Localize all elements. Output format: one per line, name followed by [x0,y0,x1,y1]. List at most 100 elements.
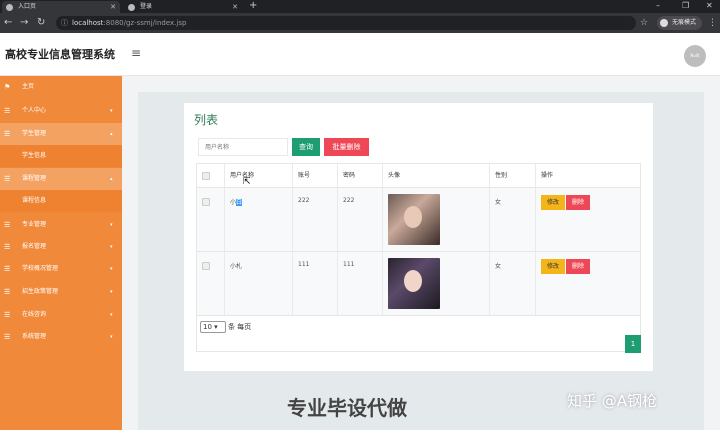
sidebar-item-label: 课程管理 [22,175,47,182]
list-icon: ☰ [4,243,11,251]
close-icon[interactable]: ✕ [232,1,238,13]
reload-icon[interactable]: ↻ [37,16,45,30]
chevron-up-icon: ▴ [110,131,113,137]
select-all-checkbox[interactable] [202,172,210,180]
page-size-value: 10 [203,323,212,331]
chevron-down-icon: ▾ [110,222,113,228]
chevron-down-icon: ▾ [110,289,113,295]
chevron-up-icon: ▴ [110,176,113,182]
watermark-text: 知乎 @A钢枪 [567,392,658,410]
sidebar-item-student-management[interactable]: ☰ 学生管理 ▴ [0,123,122,145]
sidebar-item-label: 课程信息 [22,197,47,204]
address-bar-row: ← → ↻ ⓘ localhost:8080/gz-ssmj/index.jsp… [0,13,720,33]
checkbox-cell [197,188,225,251]
list-icon: ☰ [4,288,11,296]
chevron-down-icon: ▾ [110,266,113,272]
header-checkbox-cell [197,164,225,187]
table-row: 小白 222 222 女 修改 删除 [197,188,640,252]
row-checkbox[interactable] [202,262,210,270]
sidebar-subitem-student-info[interactable]: 学生信息 [0,145,122,167]
list-icon: ☰ [4,333,11,341]
tab-label: 入口页 [18,3,37,10]
browser-tab-login[interactable]: 登录 ✕ [124,1,242,13]
username-cell: 小札 [225,252,293,315]
new-tab-button[interactable]: + [249,0,257,12]
avatar[interactable]: Nullt [684,45,706,67]
gender-cell: 女 [490,188,536,251]
sidebar-item-home[interactable]: ⚑ 主页 [0,76,122,98]
url-host: localhost [72,19,104,27]
url-path: :8080/gz-ssmj/index.jsp [103,19,187,27]
search-input[interactable] [198,138,288,156]
page-size-label: 条 每页 [228,323,252,331]
sidebar-item-label: 专业管理 [22,221,47,228]
avatar-photo [388,258,440,309]
sidebar-item-system-management[interactable]: ☰ 系统管理 ▾ [0,326,122,348]
sidebar-item-label: 在线咨询 [22,311,47,318]
sidebar: ⚑ 主页 ☰ 个人中心 ▾ ☰ 学生管理 ▴ 学生信息 ☰ 课程管理 ▴ 课程信… [0,76,122,430]
sidebar-item-label: 学生管理 [22,130,47,137]
column-header: 密码 [338,164,383,187]
batch-delete-button[interactable]: 批量删除 [324,138,369,156]
forward-icon[interactable]: → [20,16,28,30]
hamburger-menu-icon[interactable]: ≡ [131,46,141,60]
table-header-row: 用户名称 账号 密码 头像 性别 操作 [197,164,640,188]
url-field[interactable]: ⓘ localhost:8080/gz-ssmj/index.jsp [56,16,636,30]
page-size-select[interactable]: 10 ▾ [200,321,226,333]
chevron-down-icon: ▾ [110,334,113,340]
list-icon: ☰ [4,221,11,229]
incognito-icon [660,19,668,27]
sidebar-item-enrollment-management[interactable]: ☰ 报名管理 ▾ [0,236,122,258]
sidebar-item-label: 招生政策管理 [22,288,59,295]
list-icon: ☰ [4,311,11,319]
browser-menu-icon[interactable]: ⋮ [708,16,717,30]
sidebar-item-school-overview[interactable]: ☰ 学校概况管理 ▾ [0,258,122,280]
sidebar-item-personal-center[interactable]: ☰ 个人中心 ▾ [0,100,122,122]
sidebar-item-label: 学校概况管理 [22,265,59,272]
page-button-current[interactable]: 1 [625,335,641,353]
browser-tab-entry[interactable]: 入口页 ✕ [2,1,120,13]
row-checkbox[interactable] [202,198,210,206]
avatar-photo [388,194,440,245]
overlay-banner: 专业毕设代做 [287,396,407,420]
list-card: 列表 查询 批量删除 用户名称 账号 密码 头像 性别 操作 小白 222 22… [184,103,653,371]
checkbox-cell [197,252,225,315]
app-title: 高校专业信息管理系统 [5,48,115,61]
actions-cell: 修改 删除 [536,188,640,251]
sidebar-item-online-consultation[interactable]: ☰ 在线咨询 ▾ [0,304,122,326]
close-icon[interactable]: ✕ [110,1,116,13]
sidebar-item-major-management[interactable]: ☰ 专业管理 ▾ [0,214,122,236]
password-cell: 111 [338,252,383,315]
window-close-icon[interactable]: ✕ [706,0,713,12]
sidebar-item-admission-policy[interactable]: ☰ 招生政策管理 ▾ [0,281,122,303]
incognito-label: 无痕模式 [672,19,697,26]
flag-icon: ⚑ [4,83,11,91]
edit-button[interactable]: 修改 [541,195,565,210]
column-header: 账号 [293,164,338,187]
search-button[interactable]: 查询 [292,138,320,156]
delete-button[interactable]: 删除 [566,259,590,274]
minimize-icon[interactable]: – [656,0,660,12]
username-cell: 小白 [225,188,293,251]
list-icon: ☰ [4,175,11,183]
avatar-cell [383,188,490,251]
restore-icon[interactable]: ❐ [682,0,689,12]
info-icon[interactable]: ⓘ [61,16,68,30]
sidebar-subitem-course-info[interactable]: 课程信息 [0,190,122,212]
sidebar-item-label: 学生信息 [22,152,47,159]
incognito-badge[interactable]: 无痕模式 [657,16,703,30]
page-title: 列表 [194,113,219,127]
bookmark-star-icon[interactable]: ☆ [640,16,648,30]
column-header: 头像 [383,164,490,187]
back-icon[interactable]: ← [4,16,12,30]
account-cell: 222 [293,188,338,251]
column-header: 操作 [541,172,554,179]
selected-text: 白 [236,199,243,206]
delete-button[interactable]: 删除 [566,195,590,210]
account-cell: 111 [293,252,338,315]
browser-tab-bar: 入口页 ✕ 登录 ✕ + – ❐ ✕ [0,0,720,13]
sidebar-item-course-management[interactable]: ☰ 课程管理 ▴ [0,168,122,190]
edit-button[interactable]: 修改 [541,259,565,274]
chevron-down-icon: ▾ [110,244,113,250]
chevron-down-icon: ▾ [110,108,113,114]
